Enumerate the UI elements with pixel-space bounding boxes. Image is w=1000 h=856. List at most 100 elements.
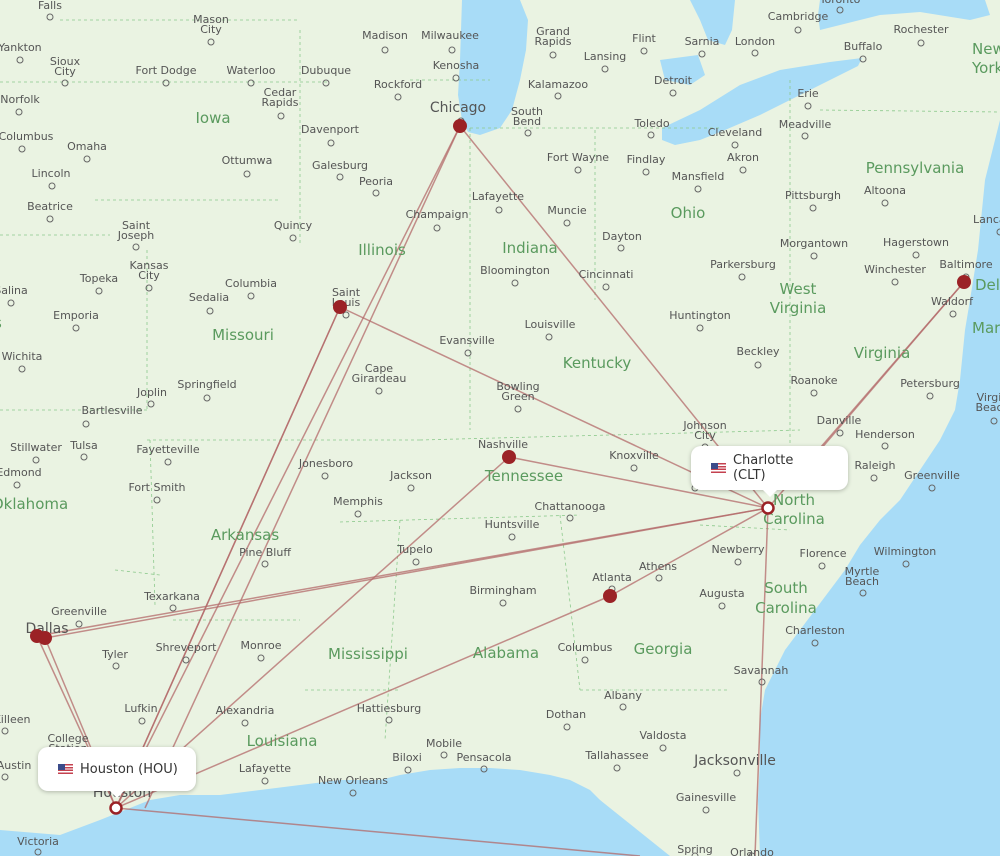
stop-marker-dallas[interactable]: [38, 631, 52, 645]
city-label: Kenosha: [433, 59, 480, 72]
stop-marker-chicago[interactable]: [453, 119, 467, 133]
city-label: Lancaster: [973, 213, 1000, 226]
state-label: s: [0, 314, 2, 332]
city-label: Roanoke: [790, 374, 837, 387]
city-label: Grand Rapids: [535, 25, 572, 48]
state-label: Georgia: [634, 640, 693, 658]
city-label: Hattiesburg: [357, 702, 421, 715]
city-label: Knoxville: [609, 449, 659, 462]
state-label: Oklahoma: [0, 495, 68, 513]
city-label: Sarnia: [685, 35, 720, 48]
state-label: Pennsylvania: [866, 159, 965, 177]
city-label: Ottumwa: [222, 154, 273, 167]
state-label: Arkansas: [211, 526, 280, 544]
state-label: South: [764, 579, 808, 597]
city-label: Saint Joseph: [117, 219, 154, 242]
city-label: Greenville: [904, 469, 960, 482]
state-label: Missouri: [212, 326, 274, 344]
city-label: Albany: [604, 689, 642, 702]
city-label: Dubuque: [301, 64, 351, 77]
city-label: Bowling Green: [496, 380, 539, 403]
city-label: Tupelo: [396, 543, 433, 556]
city-label: Myrtle Beach: [845, 565, 880, 588]
state-label: Virginia: [770, 299, 827, 317]
city-label: Chicago: [430, 100, 486, 116]
state-label: Kentucky: [563, 354, 632, 372]
destination-callout[interactable]: Charlotte (CLT): [691, 446, 848, 497]
city-label: Dayton: [602, 230, 642, 243]
city-label: Florence: [800, 547, 847, 560]
city-label: Henderson: [855, 428, 915, 441]
city-label: Pensacola: [456, 751, 511, 764]
city-label: Mansfield: [672, 170, 725, 183]
destination-label: Charlotte (CLT): [732, 453, 794, 483]
city-label: Jacksonville: [693, 753, 776, 769]
city-label: Pittsburgh: [785, 189, 841, 202]
city-label: Waterloo: [226, 64, 275, 77]
city-label: South Bend: [511, 105, 543, 128]
stop-marker-saint-louis[interactable]: [333, 300, 347, 314]
city-label: Hagerstown: [883, 236, 949, 249]
city-label: Tallahassee: [584, 749, 648, 762]
city-label: Chattanooga: [535, 500, 606, 513]
city-label: Lafayette: [239, 762, 291, 775]
city-label: Madison: [362, 29, 408, 42]
city-label: Virgi Beac: [975, 391, 1000, 414]
stop-marker-atlanta[interactable]: [603, 589, 617, 603]
city-label: Kalamazoo: [528, 78, 589, 91]
route-map[interactable]: Iowa Illinois Indiana Ohio Pennsylvania …: [0, 0, 1000, 856]
city-label: Omaha: [67, 140, 107, 153]
city-label: Altoona: [864, 184, 906, 197]
city-label: Meadville: [779, 118, 832, 131]
state-label: Alabama: [473, 644, 539, 662]
city-label: Evansville: [439, 334, 495, 347]
state-label: York: [971, 59, 1000, 77]
city-label: Cincinnati: [579, 268, 634, 281]
city-label: Winchester: [864, 263, 926, 276]
state-label: West: [780, 280, 817, 298]
stop-marker-baltimore[interactable]: [957, 275, 971, 289]
city-label: Springfield: [177, 378, 236, 391]
city-label: Muncie: [547, 204, 587, 217]
state-label: Ohio: [671, 204, 706, 222]
state-label: Virginia: [854, 344, 911, 362]
state-label: Carolina: [755, 599, 817, 617]
city-label: London: [735, 35, 775, 48]
city-label: Cedar Rapids: [262, 86, 299, 109]
city-label: Valdosta: [640, 729, 687, 742]
city-label: Quincy: [274, 219, 313, 232]
origin-callout[interactable]: Houston (HOU): [38, 747, 196, 798]
city-label: Biloxi: [392, 751, 422, 764]
city-label: Shreveport: [156, 641, 218, 654]
state-label: Iowa: [195, 109, 230, 127]
city-label: Tyler: [101, 648, 128, 661]
city-label: Petersburg: [900, 377, 960, 390]
stop-marker-nashville[interactable]: [502, 450, 516, 464]
state-label: Indiana: [502, 239, 558, 257]
city-label: Alexandria: [216, 704, 275, 717]
city-label: Spring: [677, 843, 713, 856]
city-label: Buffalo: [844, 40, 883, 53]
city-label: Toronto: [819, 0, 861, 6]
city-label: Birmingham: [469, 584, 536, 597]
city-label: Davenport: [301, 123, 360, 136]
origin-marker[interactable]: [109, 801, 123, 815]
city-label: Peoria: [359, 175, 393, 188]
city-label: Emporia: [53, 309, 99, 322]
city-label: Athens: [639, 560, 677, 573]
city-label: Memphis: [333, 495, 383, 508]
city-label: Bloomington: [480, 264, 550, 277]
state-label: Mar: [972, 319, 1000, 337]
city-label: Jackson: [389, 469, 432, 482]
destination-marker[interactable]: [761, 501, 775, 515]
state-label: Louisiana: [247, 732, 318, 750]
city-label: Parkersburg: [710, 258, 776, 271]
state-label: New: [972, 40, 1000, 58]
city-label: Lafayette: [472, 190, 524, 203]
city-label: Milwaukee: [421, 29, 479, 42]
city-label: Columbia: [225, 277, 277, 290]
city-label: Charleston: [785, 624, 845, 637]
city-label: Atlanta: [592, 571, 631, 584]
city-label: Texarkana: [143, 590, 200, 603]
city-label: Toledo: [633, 117, 669, 130]
